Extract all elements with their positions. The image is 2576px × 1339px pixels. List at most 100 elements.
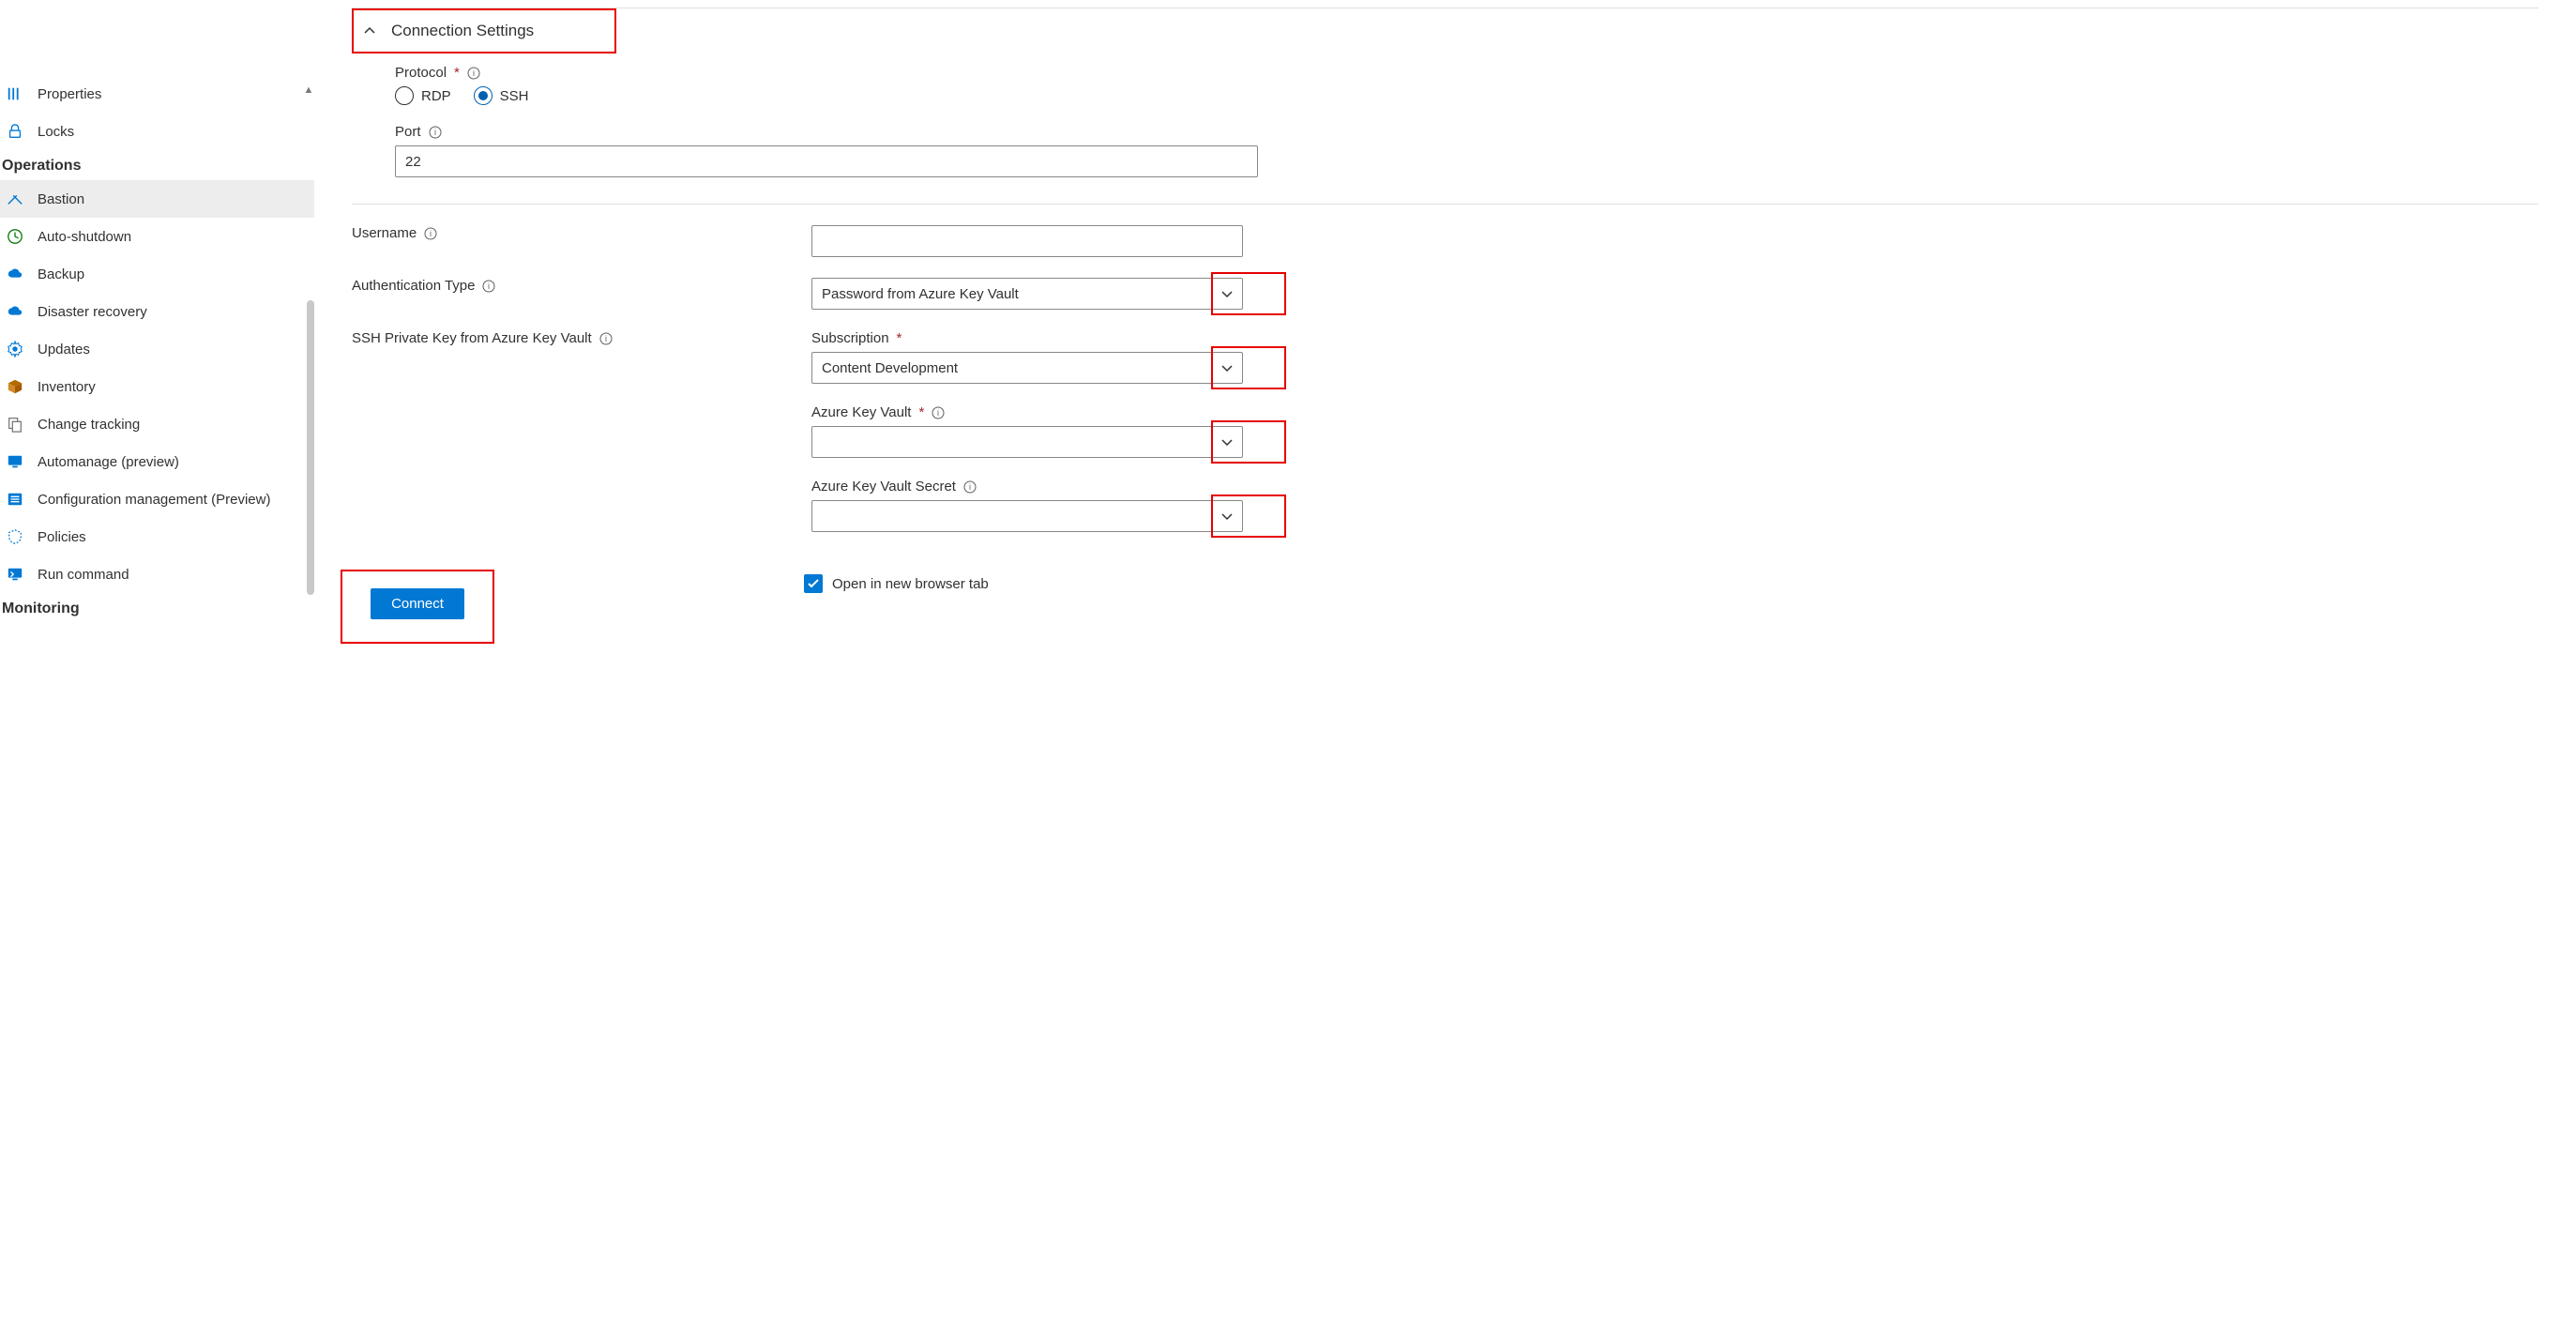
ssh-kv-label-text: SSH Private Key from Azure Key Vault bbox=[352, 330, 592, 346]
cloud-icon bbox=[6, 265, 24, 283]
svg-text:i: i bbox=[969, 482, 971, 492]
sidebar-item-locks[interactable]: Locks bbox=[0, 113, 314, 150]
protocol-label-text: Protocol bbox=[395, 65, 447, 81]
highlight-box bbox=[1211, 272, 1286, 315]
highlight-box bbox=[1211, 495, 1286, 538]
sidebar-item-bastion[interactable]: Bastion bbox=[0, 180, 314, 218]
sidebar-item-inventory[interactable]: Inventory bbox=[0, 368, 314, 405]
sidebar-item-label: Change tracking bbox=[38, 417, 140, 433]
scrollbar-track[interactable] bbox=[307, 84, 314, 591]
connect-highlight: Connect bbox=[341, 570, 494, 644]
secret-label-text: Azure Key Vault Secret bbox=[811, 479, 956, 495]
required-star: * bbox=[454, 65, 460, 81]
subscription-select[interactable] bbox=[811, 352, 1243, 384]
protocol-radio-ssh[interactable]: SSH bbox=[474, 86, 529, 105]
sidebar-item-policies[interactable]: Policies bbox=[0, 518, 314, 555]
box-icon bbox=[6, 377, 24, 396]
sidebar-item-label: Configuration management (Preview) bbox=[38, 492, 270, 508]
info-icon[interactable]: i bbox=[482, 280, 495, 293]
sidebar-item-label: Backup bbox=[38, 266, 84, 282]
section-divider bbox=[352, 204, 2538, 205]
info-icon[interactable]: i bbox=[599, 332, 613, 345]
sidebar-item-label: Disaster recovery bbox=[38, 304, 147, 320]
info-icon[interactable]: i bbox=[963, 480, 977, 494]
svg-text:i: i bbox=[488, 281, 490, 291]
highlight-box bbox=[1211, 420, 1286, 464]
sidebar-section-monitoring: Monitoring bbox=[0, 593, 314, 623]
sidebar-item-label: Updates bbox=[38, 342, 90, 358]
info-icon[interactable]: i bbox=[932, 406, 945, 419]
subscription-label: Subscription * bbox=[811, 330, 1243, 346]
info-icon[interactable]: i bbox=[424, 227, 437, 240]
protocol-radio-rdp[interactable]: RDP bbox=[395, 86, 451, 105]
open-new-tab-label: Open in new browser tab bbox=[832, 576, 989, 592]
checkbox-checked-icon bbox=[804, 574, 823, 593]
bastion-icon bbox=[6, 190, 24, 208]
open-new-tab-checkbox[interactable]: Open in new browser tab bbox=[804, 574, 989, 593]
port-input[interactable] bbox=[395, 145, 1258, 177]
gear-icon bbox=[6, 340, 24, 358]
secret-field: Azure Key Vault Secret i bbox=[811, 479, 1243, 532]
sidebar-item-label: Inventory bbox=[38, 379, 96, 395]
auth-type-select[interactable] bbox=[811, 278, 1243, 310]
info-icon[interactable]: i bbox=[467, 67, 480, 80]
sidebar-item-properties[interactable]: Properties bbox=[0, 75, 314, 113]
protocol-radio-ssh-label: SSH bbox=[500, 88, 529, 104]
akv-label: Azure Key Vault * i bbox=[811, 404, 1243, 420]
list-icon bbox=[6, 490, 24, 509]
chevron-up-icon bbox=[363, 24, 376, 38]
app-root: ▲ Properties Locks Operations bbox=[0, 0, 2576, 1339]
sidebar: ▲ Properties Locks Operations bbox=[0, 0, 314, 1339]
sidebar-item-label: Properties bbox=[38, 86, 101, 102]
required-star: * bbox=[918, 404, 924, 420]
protocol-label: Protocol * i bbox=[395, 65, 1258, 81]
info-icon[interactable]: i bbox=[429, 126, 442, 139]
properties-icon bbox=[6, 84, 24, 103]
sidebar-item-disaster-recovery[interactable]: Disaster recovery bbox=[0, 293, 314, 330]
port-label-text: Port bbox=[395, 124, 421, 140]
connect-button[interactable]: Connect bbox=[371, 588, 464, 619]
main-panel: Connection Settings Protocol * i RDP SSH bbox=[314, 0, 2576, 1339]
sidebar-item-label: Run command bbox=[38, 567, 129, 583]
protocol-radio-group: RDP SSH bbox=[395, 86, 1258, 105]
connection-settings-toggle[interactable]: Connection Settings bbox=[352, 8, 616, 53]
username-input[interactable] bbox=[811, 225, 1243, 257]
settings-body: Protocol * i RDP SSH Port i bbox=[395, 65, 1258, 177]
sidebar-item-label: Locks bbox=[38, 124, 74, 140]
auth-form: Username i Authentication Type i bbox=[352, 225, 2538, 532]
sidebar-section-operations: Operations bbox=[0, 150, 314, 180]
akv-select[interactable] bbox=[811, 426, 1243, 458]
clock-icon bbox=[6, 227, 24, 246]
akv-field: Azure Key Vault * i bbox=[811, 404, 1243, 458]
secret-select[interactable] bbox=[811, 500, 1243, 532]
sidebar-item-config-mgmt[interactable]: Configuration management (Preview) bbox=[0, 480, 314, 518]
document-copy-icon bbox=[6, 415, 24, 434]
protocol-radio-rdp-label: RDP bbox=[421, 88, 451, 104]
svg-text:i: i bbox=[937, 408, 939, 418]
sidebar-item-label: Automanage (preview) bbox=[38, 454, 179, 470]
akv-label-text: Azure Key Vault bbox=[811, 404, 911, 420]
svg-text:i: i bbox=[434, 128, 436, 137]
subscription-field: Subscription * bbox=[811, 330, 1243, 384]
sidebar-operations-group: Bastion Auto-shutdown Backup Disaster re… bbox=[0, 180, 314, 593]
ssh-kv-label: SSH Private Key from Azure Key Vault i bbox=[352, 330, 783, 346]
subscription-label-text: Subscription bbox=[811, 330, 889, 346]
sidebar-settings-group: Properties Locks bbox=[0, 75, 314, 150]
sidebar-item-backup[interactable]: Backup bbox=[0, 255, 314, 293]
monitor-icon bbox=[6, 452, 24, 471]
sidebar-item-run-command[interactable]: Run command bbox=[0, 555, 314, 593]
highlight-box bbox=[1211, 346, 1286, 389]
sidebar-item-label: Auto-shutdown bbox=[38, 229, 131, 245]
lock-icon bbox=[6, 122, 24, 141]
connection-settings-title: Connection Settings bbox=[391, 22, 534, 40]
secret-label: Azure Key Vault Secret i bbox=[811, 479, 1243, 495]
svg-text:i: i bbox=[430, 229, 432, 238]
sidebar-item-auto-shutdown[interactable]: Auto-shutdown bbox=[0, 218, 314, 255]
terminal-icon bbox=[6, 565, 24, 584]
footer-row: Connect Open in new browser tab bbox=[352, 570, 2538, 644]
scrollbar-thumb[interactable] bbox=[307, 300, 314, 595]
sidebar-item-change-tracking[interactable]: Change tracking bbox=[0, 405, 314, 443]
sidebar-item-automanage[interactable]: Automanage (preview) bbox=[0, 443, 314, 480]
sidebar-item-updates[interactable]: Updates bbox=[0, 330, 314, 368]
cloud-icon bbox=[6, 302, 24, 321]
